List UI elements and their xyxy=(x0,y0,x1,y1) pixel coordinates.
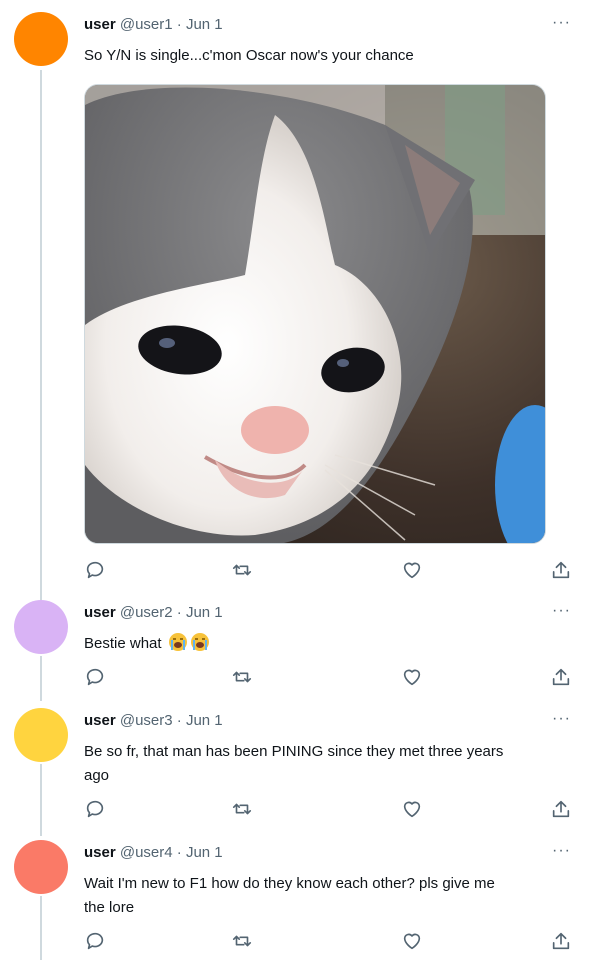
avatar[interactable] xyxy=(14,600,68,654)
thread-line xyxy=(40,896,42,960)
handle[interactable]: @user3 xyxy=(120,712,173,729)
tweet-actions xyxy=(84,930,579,954)
tweet-media-kitten-photo[interactable] xyxy=(84,84,546,544)
handle[interactable]: @user4 xyxy=(120,844,173,861)
timestamp[interactable]: · Jun 1 xyxy=(177,604,223,621)
like-icon[interactable] xyxy=(401,666,425,690)
reply-icon[interactable] xyxy=(84,930,108,954)
thread-line xyxy=(40,656,42,701)
retweet-icon[interactable] xyxy=(231,666,255,690)
share-icon[interactable] xyxy=(550,559,574,583)
loudly-crying-face-icon xyxy=(168,633,187,651)
handle[interactable]: @user2 xyxy=(120,604,173,621)
loudly-crying-face-icon xyxy=(190,633,209,651)
avatar[interactable] xyxy=(14,708,68,762)
tweet-text: So Y/N is single...c'mon Oscar now's you… xyxy=(84,47,414,64)
like-icon[interactable] xyxy=(401,798,425,822)
timestamp[interactable]: · Jun 1 xyxy=(177,844,223,861)
avatar[interactable] xyxy=(14,12,68,66)
tweet-text-line: ago xyxy=(84,767,110,784)
tweet-actions xyxy=(84,666,579,690)
share-icon[interactable] xyxy=(550,666,574,690)
display-name[interactable]: user xyxy=(84,712,116,729)
tweet-text: Be so fr, that man has been PINING since… xyxy=(84,740,574,788)
more-options-icon[interactable]: ··· xyxy=(552,602,571,620)
tweet-actions xyxy=(84,559,579,583)
tweet-header: user @user4 · Jun 1 xyxy=(84,844,223,862)
like-icon[interactable] xyxy=(401,559,425,583)
more-options-icon[interactable]: ··· xyxy=(552,710,571,728)
retweet-icon[interactable] xyxy=(231,930,255,954)
reply-icon[interactable] xyxy=(84,666,108,690)
tweet-header: user @user3 · Jun 1 xyxy=(84,712,223,730)
more-options-icon[interactable]: ··· xyxy=(552,842,571,860)
handle[interactable]: @user1 xyxy=(120,16,173,33)
reply-icon[interactable] xyxy=(84,559,108,583)
reply-icon[interactable] xyxy=(84,798,108,822)
thread-line xyxy=(40,764,42,836)
tweet-header: user @user1 · Jun 1 xyxy=(84,16,223,34)
tweet-text-line: the lore xyxy=(84,899,135,916)
thread-line xyxy=(40,70,42,600)
tweet-actions xyxy=(84,798,579,822)
like-icon[interactable] xyxy=(401,930,425,954)
display-name[interactable]: user xyxy=(84,844,116,861)
display-name[interactable]: user xyxy=(84,16,116,33)
tweet-text-line: Wait I'm new to F1 how do they know each… xyxy=(84,875,495,892)
share-icon[interactable] xyxy=(550,798,574,822)
more-options-icon[interactable]: ··· xyxy=(552,14,571,32)
timestamp[interactable]: · Jun 1 xyxy=(177,712,223,729)
retweet-icon[interactable] xyxy=(231,559,255,583)
tweet-header: user @user2 · Jun 1 xyxy=(84,604,223,622)
kitten-photo xyxy=(85,85,545,543)
share-icon[interactable] xyxy=(550,930,574,954)
tweet-text-line: Be so fr, that man has been PINING since… xyxy=(84,743,504,760)
timestamp[interactable]: · Jun 1 xyxy=(177,16,223,33)
display-name[interactable]: user xyxy=(84,604,116,621)
tweet-text: Wait I'm new to F1 how do they know each… xyxy=(84,872,574,920)
tweet-text: Bestie what xyxy=(84,632,574,656)
tweet-text-content: Bestie what xyxy=(84,635,162,652)
avatar[interactable] xyxy=(14,840,68,894)
retweet-icon[interactable] xyxy=(231,798,255,822)
